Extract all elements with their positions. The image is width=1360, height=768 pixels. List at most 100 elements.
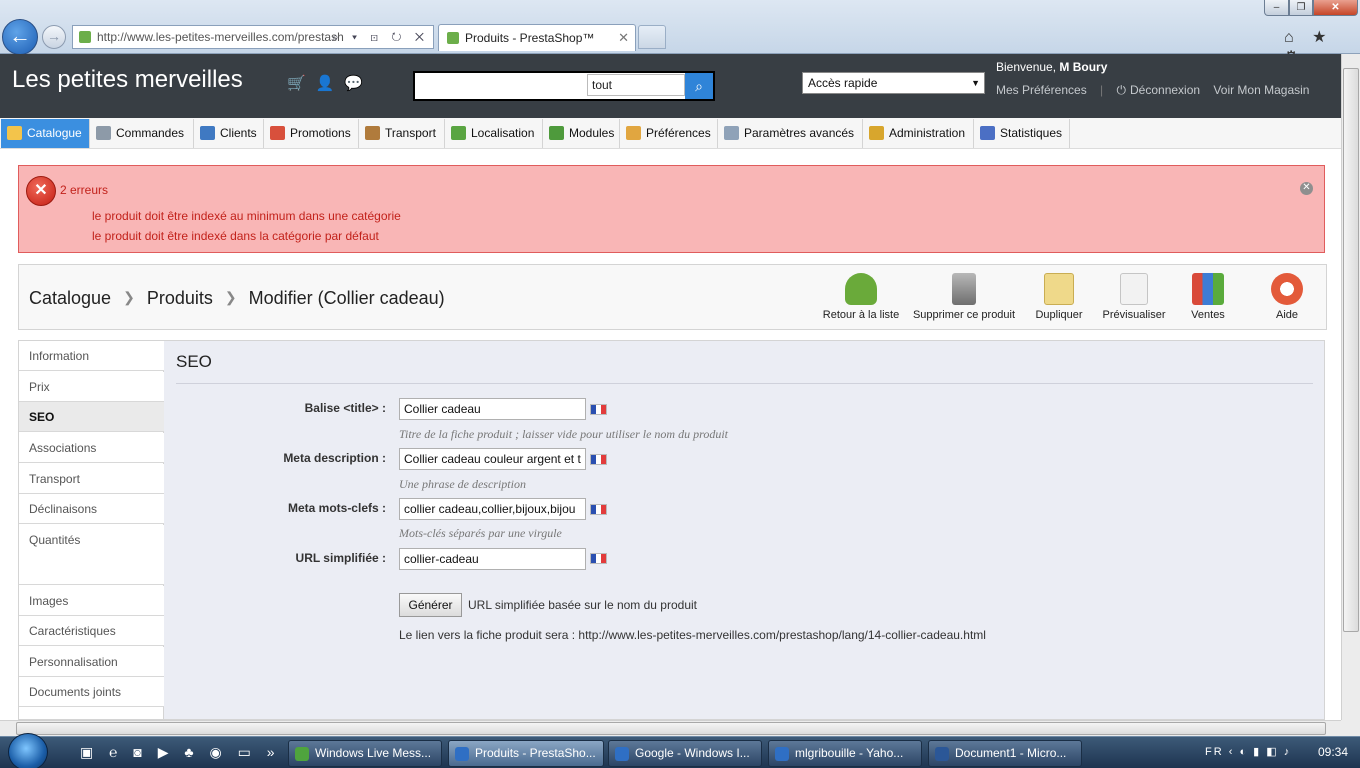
horizontal-scrollbar[interactable]	[0, 720, 1341, 736]
nav-tab-transport[interactable]: Transport	[359, 119, 445, 148]
system-tray[interactable]: FR ‹ ◐ ▮ ◧ ♪	[1205, 745, 1291, 758]
nav-tab-statistiques[interactable]: Statistiques	[974, 119, 1070, 148]
search-button[interactable]: ⌕	[685, 73, 713, 99]
nav-tab-promotions[interactable]: Promotions	[264, 119, 359, 148]
friendly-url-input[interactable]: collier-cadeau	[399, 548, 586, 570]
sidebar-item-personnalisation[interactable]: Personnalisation	[19, 647, 164, 677]
nav-tab-parametres-avances[interactable]: Paramètres avancés	[718, 119, 863, 148]
task-label: Windows Live Mess...	[315, 746, 432, 760]
title-tag-input[interactable]: Collier cadeau	[399, 398, 586, 420]
preview-button[interactable]: Prévisualiser	[1099, 273, 1169, 325]
sidebar-item-declinaisons[interactable]: Déclinaisons	[19, 494, 164, 524]
delete-product-button[interactable]: Supprimer ce produit	[912, 273, 1016, 325]
forward-button[interactable]: →	[42, 25, 66, 49]
address-bar[interactable]: http://www.les-petites-merveilles.com/pr…	[72, 25, 434, 49]
sidebar-item-prix[interactable]: Prix	[19, 372, 164, 402]
close-window-button[interactable]: ✕	[1313, 0, 1358, 16]
sidebar-item-images[interactable]: Images	[19, 586, 164, 616]
breadcrumb-produits[interactable]: Produits	[147, 288, 213, 308]
preferences-link[interactable]: Mes Préférences	[996, 83, 1087, 97]
windows-taskbar: ▣ ℮ ◙ ▶ ♣ ◉ ▭ » Windows Live Mess... Pro…	[0, 733, 1360, 768]
address-controls[interactable]: ⌕ ▾ ⊡ ↻ ✕	[332, 26, 429, 48]
help-lifebuoy-icon	[1271, 273, 1303, 305]
language-flag-icon[interactable]	[590, 553, 607, 564]
minimize-button[interactable]: –	[1264, 0, 1289, 16]
browser-tools-icons[interactable]: ⌂ ★ ⚙	[1284, 27, 1360, 66]
header-links: Mes Préférences | ⏻ Déconnexion Voir Mon …	[996, 83, 1319, 98]
product-link-preview: Le lien vers la fiche produit sera : htt…	[399, 628, 986, 642]
duplicate-button[interactable]: Dupliquer	[1029, 273, 1089, 325]
maximize-button[interactable]: ❐	[1289, 0, 1313, 16]
taskbar-item-prestashop[interactable]: Produits - PrestaSho...	[448, 740, 604, 767]
quick-launch-icons[interactable]: ▣ ℮ ◙ ▶ ♣ ◉ ▭ »	[80, 744, 281, 761]
language-flag-icon[interactable]	[590, 404, 607, 415]
meta-keywords-input[interactable]: collier cadeau,collier,bijoux,bijou	[399, 498, 586, 520]
clock[interactable]: 09:34	[1318, 745, 1348, 759]
nav-tab-administration[interactable]: Administration	[863, 119, 974, 148]
header-notification-icons[interactable]: 🛒👤💬	[287, 74, 373, 92]
customers-icon[interactable]: 👤	[316, 75, 345, 92]
breadcrumb-catalogue[interactable]: Catalogue	[29, 288, 111, 308]
search-icon: ⌕	[695, 78, 703, 94]
sidebar-item-seo[interactable]: SEO	[19, 402, 164, 432]
cart-icon[interactable]: 🛒	[287, 75, 316, 92]
nav-tab-catalogue[interactable]: Catalogue	[1, 119, 90, 148]
nav-label: Transport	[385, 126, 436, 140]
language-indicator[interactable]: FR	[1205, 746, 1224, 758]
search-type-field[interactable]: tout	[587, 74, 685, 96]
scrollbar-thumb[interactable]	[1343, 68, 1359, 632]
sidebar-item-information[interactable]: Information	[19, 341, 164, 371]
close-icon[interactable]: ✕	[1300, 182, 1313, 195]
tab-close-icon[interactable]: ✕	[618, 25, 629, 51]
sidebar-item-associations[interactable]: Associations	[19, 433, 164, 463]
error-message: le produit doit être indexé dans la caté…	[92, 229, 379, 243]
title-tag-hint: Titre de la fiche produit ; laisser vide…	[399, 427, 728, 441]
meta-description-input[interactable]: Collier cadeau couleur argent et t	[399, 448, 586, 470]
messages-icon[interactable]: 💬	[344, 75, 373, 92]
back-button[interactable]: ←	[2, 19, 38, 55]
start-button[interactable]	[8, 733, 48, 768]
quick-access-select[interactable]: Accès rapide ▼	[802, 72, 985, 94]
nav-tab-commandes[interactable]: Commandes	[90, 119, 194, 148]
new-tab-button[interactable]	[638, 25, 666, 49]
taskbar-item-messenger[interactable]: Windows Live Mess...	[288, 740, 442, 767]
trash-icon	[952, 273, 976, 305]
toolbar-label: Dupliquer	[1035, 309, 1083, 321]
back-to-list-button[interactable]: Retour à la liste	[819, 273, 903, 325]
sidebar-item-caracteristiques[interactable]: Caractéristiques	[19, 616, 164, 646]
language-flag-icon[interactable]	[590, 454, 607, 465]
shop-title[interactable]: Les petites merveilles	[12, 66, 243, 94]
sales-button[interactable]: Ventes	[1185, 273, 1231, 325]
nav-label: Administration	[889, 126, 966, 140]
puzzle-icon	[549, 126, 564, 140]
view-store-link[interactable]: Voir Mon Magasin	[1213, 83, 1309, 97]
browser-tab-active[interactable]: Produits - PrestaShop™ ✕	[438, 24, 636, 51]
taskbar-item-word[interactable]: Document1 - Micro...	[928, 740, 1082, 767]
nav-tab-localisation[interactable]: Localisation	[445, 119, 543, 148]
toolbar-label: Aide	[1275, 309, 1299, 321]
sidebar-item-documents-joints[interactable]: Documents joints	[19, 677, 164, 707]
sidebar-item-transport[interactable]: Transport	[19, 464, 164, 494]
meta-description-hint: Une phrase de description	[399, 477, 526, 491]
sidebar-item-quantites[interactable]: Quantités	[19, 525, 164, 585]
meta-description-label: Meta description :	[283, 451, 386, 465]
taskbar-item-google[interactable]: Google - Windows I...	[608, 740, 762, 767]
nav-tab-preferences[interactable]: Préférences	[620, 119, 718, 148]
nav-label: Paramètres avancés	[744, 126, 855, 140]
address-url[interactable]: http://www.les-petites-merveilles.com/pr…	[97, 26, 349, 48]
toolbar-label: Retour à la liste	[822, 309, 900, 321]
meta-keywords-hint: Mots-clés séparés par une virgule	[399, 526, 562, 540]
vertical-scrollbar[interactable]	[1341, 54, 1360, 720]
help-button[interactable]: Aide	[1267, 273, 1307, 325]
scrollbar-thumb[interactable]	[16, 722, 1326, 735]
folder-icon	[7, 126, 22, 140]
site-favicon-icon	[79, 31, 91, 43]
generate-button[interactable]: Générer	[399, 593, 462, 617]
task-label: Produits - PrestaSho...	[475, 746, 596, 760]
language-flag-icon[interactable]	[590, 504, 607, 515]
nav-tab-clients[interactable]: Clients	[194, 119, 264, 148]
taskbar-item-yahoo[interactable]: mlgribouille - Yaho...	[768, 740, 922, 767]
sales-chart-icon	[1192, 273, 1224, 305]
nav-tab-modules[interactable]: Modules	[543, 119, 620, 148]
logout-link[interactable]: Déconnexion	[1130, 83, 1200, 97]
